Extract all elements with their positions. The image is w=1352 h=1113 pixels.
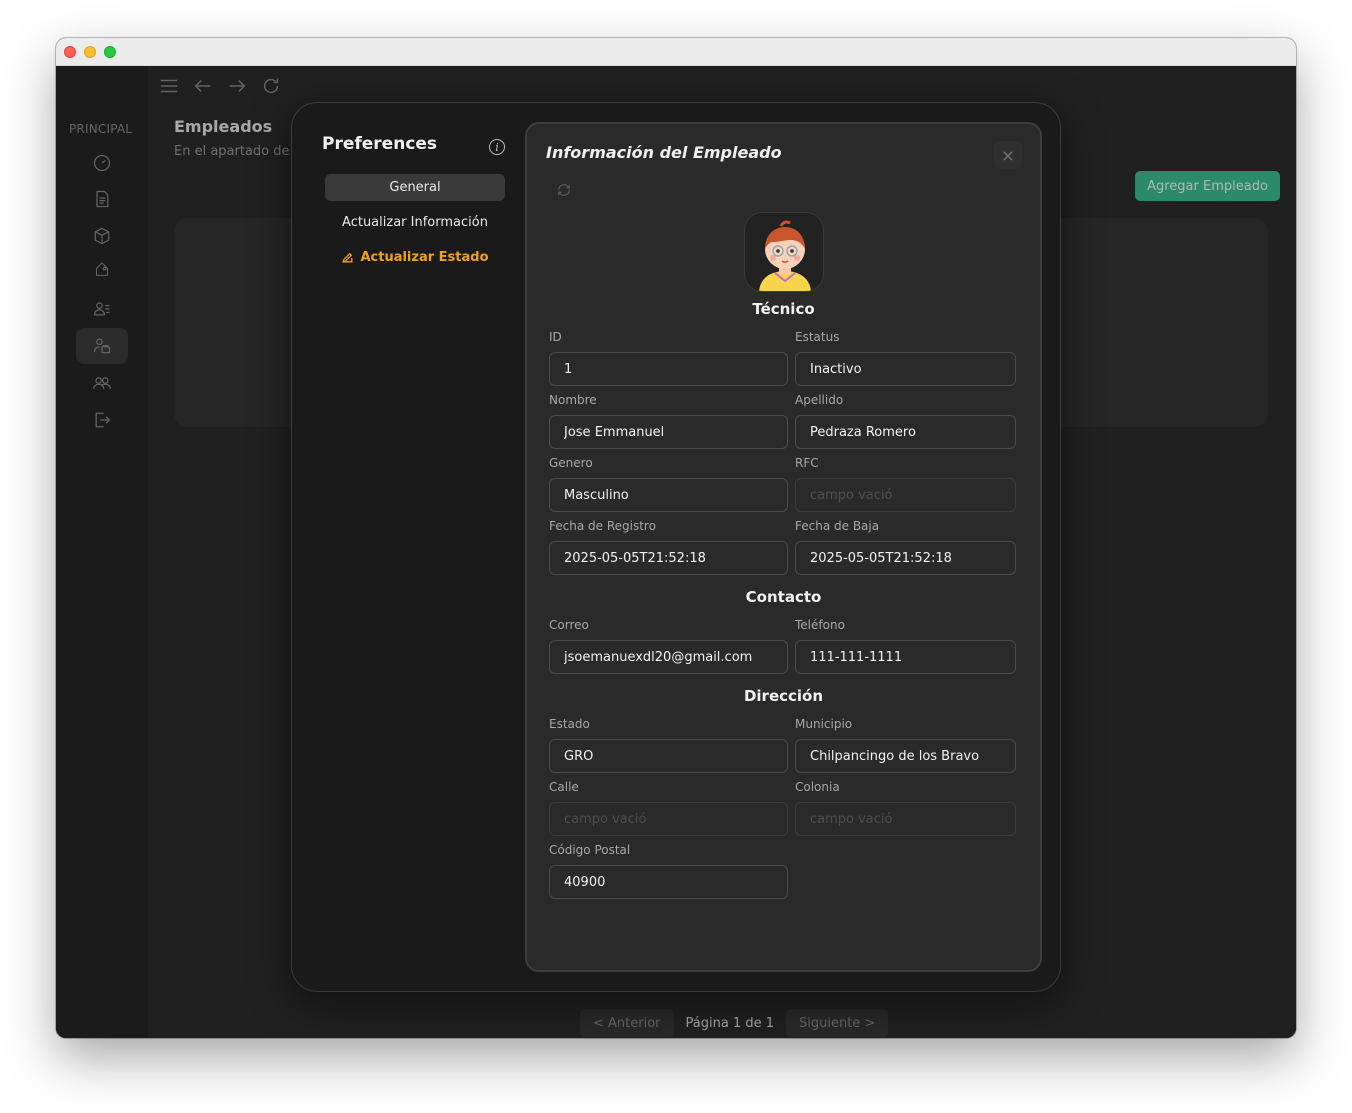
calle-field[interactable]: [549, 802, 788, 836]
section-contacto: Contacto: [745, 588, 822, 606]
minimize-window-button[interactable]: [84, 46, 96, 58]
label-apellido: Apellido: [795, 393, 844, 407]
rfc-field[interactable]: [795, 478, 1016, 512]
genero-field[interactable]: [549, 478, 788, 512]
fecha-registro-field[interactable]: [549, 541, 788, 575]
edit-icon: [342, 252, 353, 263]
label-nombre: Nombre: [549, 393, 597, 407]
employee-info-panel: Información del Empleado × Técnico ID Es…: [525, 122, 1042, 972]
apellido-field[interactable]: [795, 415, 1016, 449]
label-genero: Genero: [549, 456, 593, 470]
correo-field[interactable]: [549, 640, 788, 674]
close-icon: ×: [1001, 145, 1015, 165]
label-estado: Estado: [549, 717, 590, 731]
panel-title: Información del Empleado: [546, 143, 782, 162]
pref-item-update-status-label: Actualizar Estado: [360, 250, 489, 265]
refresh-button[interactable]: [555, 181, 573, 199]
close-window-button[interactable]: [64, 46, 76, 58]
label-codigo-postal: Código Postal: [549, 843, 631, 857]
label-fecha-registro: Fecha de Registro: [549, 519, 656, 533]
label-id: ID: [549, 330, 562, 344]
telefono-field[interactable]: [795, 640, 1016, 674]
codigo-postal-field[interactable]: [549, 865, 788, 899]
close-panel-button[interactable]: ×: [994, 141, 1022, 169]
preferences-title: Preferences: [322, 134, 438, 154]
nombre-field[interactable]: [549, 415, 788, 449]
estado-field[interactable]: [549, 739, 788, 773]
pref-item-general[interactable]: General: [325, 174, 505, 201]
label-colonia: Colonia: [795, 780, 840, 794]
label-fecha-baja: Fecha de Baja: [795, 519, 880, 533]
employee-role: Técnico: [752, 300, 815, 318]
title-bar: [56, 38, 1296, 66]
label-calle: Calle: [549, 780, 579, 794]
avatar-illustration: [759, 220, 811, 291]
preferences-modal: Preferences i General Actualizar Informa…: [291, 102, 1061, 992]
label-municipio: Municipio: [795, 717, 853, 731]
section-direccion: Dirección: [743, 687, 824, 705]
avatar: [744, 212, 824, 292]
label-estatus: Estatus: [795, 330, 840, 344]
app-window: PRINCIPAL Empleados En el apartado de l …: [56, 38, 1296, 1038]
id-field[interactable]: [549, 352, 788, 386]
label-telefono: Teléfono: [795, 618, 845, 632]
municipio-field[interactable]: [795, 739, 1016, 773]
pref-item-update-status[interactable]: Actualizar Estado: [325, 244, 505, 271]
label-correo: Correo: [549, 618, 589, 632]
colonia-field[interactable]: [795, 802, 1016, 836]
label-rfc: RFC: [795, 456, 819, 470]
refresh-icon: [558, 184, 570, 196]
pref-item-update-info[interactable]: Actualizar Información: [325, 209, 505, 236]
info-icon[interactable]: i: [489, 139, 505, 155]
maximize-window-button[interactable]: [104, 46, 116, 58]
fecha-baja-field[interactable]: [795, 541, 1016, 575]
estatus-field[interactable]: [795, 352, 1016, 386]
